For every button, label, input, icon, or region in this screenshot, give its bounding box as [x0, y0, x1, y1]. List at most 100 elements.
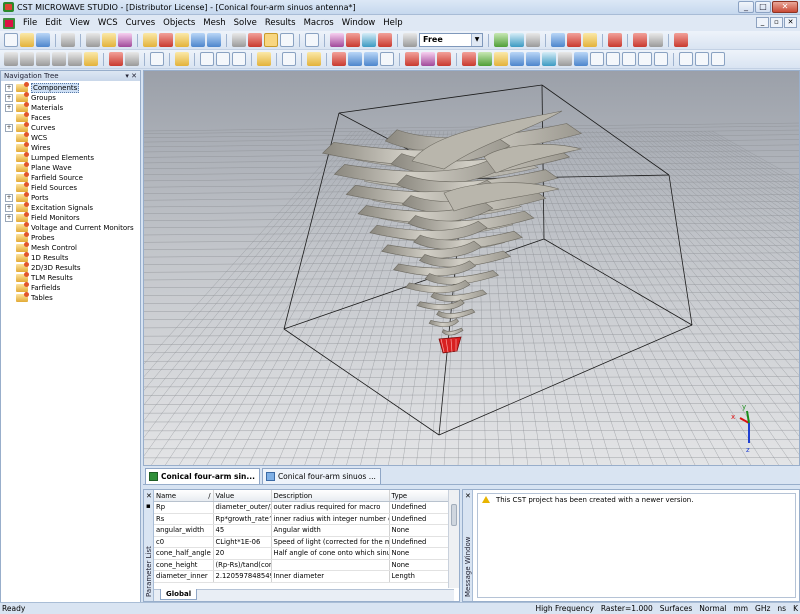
tree-item[interactable]: Tables	[1, 292, 140, 303]
status-raster[interactable]: Raster=1.000	[601, 603, 653, 614]
cell-name[interactable]: cone_height	[154, 559, 214, 571]
cut-plane-icon[interactable]	[608, 33, 622, 47]
solver-icon[interactable]	[574, 52, 588, 66]
cell-type[interactable]: Undefined	[389, 501, 451, 514]
antenna-arm[interactable]	[441, 327, 464, 336]
cell-value[interactable]: 2.1205978485497!	[213, 570, 272, 583]
column-header-value[interactable]: Value	[213, 490, 272, 502]
rotate-profile-icon[interactable]	[109, 52, 123, 66]
field-monitor-icon[interactable]	[380, 52, 394, 66]
status-length-unit[interactable]: mm	[733, 603, 748, 614]
zoom-icon[interactable]	[207, 33, 221, 47]
cell-type[interactable]: None	[389, 547, 451, 560]
tree-item[interactable]: Farfield Source	[1, 172, 140, 183]
expand-icon[interactable]: +	[5, 204, 13, 212]
document-restore-button[interactable]: ▫	[770, 17, 783, 28]
tree-item[interactable]: 2D/3D Results	[1, 262, 140, 273]
cell-description[interactable]: Half angle of cone onto which sinuous	[271, 547, 390, 560]
status-frequency-unit[interactable]: GHz	[755, 603, 770, 614]
mesh-check-icon[interactable]	[638, 52, 652, 66]
expand-icon[interactable]: +	[5, 214, 13, 222]
brick-icon[interactable]	[4, 52, 18, 66]
pan-icon[interactable]	[175, 33, 189, 47]
tree-item[interactable]: Probes	[1, 232, 140, 243]
menu-objects[interactable]: Objects	[159, 16, 199, 30]
material-icon[interactable]	[282, 52, 296, 66]
power-flow-icon[interactable]	[510, 52, 524, 66]
solver-dropdown-icon[interactable]	[526, 33, 540, 47]
pick-face-icon[interactable]	[362, 33, 376, 47]
cell-description[interactable]: Angular width	[271, 524, 390, 537]
boundary-icon[interactable]	[307, 52, 321, 66]
result-template-icon[interactable]	[567, 33, 581, 47]
tree-item[interactable]: Faces	[1, 112, 140, 123]
transform-icon[interactable]	[200, 52, 214, 66]
mesh-refine-icon[interactable]	[622, 52, 636, 66]
tree-item[interactable]: + Components	[1, 82, 140, 93]
lumped-element-icon[interactable]	[405, 52, 419, 66]
probe-dropdown-icon[interactable]	[649, 33, 663, 47]
local-wcs-icon[interactable]	[232, 52, 246, 66]
table-row[interactable]: diameter_inner2.1205978485497!Inner diam…	[154, 570, 451, 583]
menu-mesh[interactable]: Mesh	[199, 16, 229, 30]
cell-description[interactable]: inner radius with integer number of arcs	[271, 513, 390, 525]
3d-scene[interactable]: x y z	[144, 71, 800, 466]
tree-item[interactable]: + Materials	[1, 102, 140, 113]
cell-type[interactable]: Undefined	[389, 513, 451, 525]
boolean-add-icon[interactable]	[150, 52, 164, 66]
view-options-icon[interactable]	[248, 33, 262, 47]
cell-value[interactable]: diameter_outer/2	[213, 501, 272, 514]
discrete-port-icon[interactable]	[348, 52, 362, 66]
menu-macros[interactable]: Macros	[300, 16, 338, 30]
status-surfaces[interactable]: Surfaces	[660, 603, 692, 614]
table-row[interactable]: cone_height(Rp-Rs)/tand(cone None	[154, 559, 451, 571]
pick-mode-icon[interactable]	[264, 33, 278, 47]
scrollbar-thumb[interactable]	[451, 504, 457, 526]
e-field-icon[interactable]	[462, 52, 476, 66]
probe-add-icon[interactable]	[437, 52, 451, 66]
pick-edge-icon[interactable]	[346, 33, 360, 47]
expand-icon[interactable]: +	[5, 84, 13, 92]
loft-icon[interactable]	[125, 52, 139, 66]
expand-icon[interactable]: +	[5, 104, 13, 112]
cell-type[interactable]: Length	[389, 570, 451, 583]
new-file-icon[interactable]	[4, 33, 18, 47]
menu-file[interactable]: File	[19, 16, 41, 30]
open-folder-icon[interactable]	[20, 33, 34, 47]
menu-results[interactable]: Results	[261, 16, 300, 30]
cell-description[interactable]: outer radius required for macro	[271, 501, 390, 514]
table-row[interactable]: angular_width 45 Angular width None	[154, 524, 451, 537]
tab-conical-antenna-3d[interactable]: Conical four-arm sin...	[145, 468, 260, 484]
column-header-type[interactable]: Type	[389, 490, 451, 502]
solver-options-icon[interactable]	[510, 33, 524, 47]
tree-item[interactable]: 1D Results	[1, 252, 140, 263]
tree-item[interactable]: Lumped Elements	[1, 152, 140, 163]
table-row[interactable]: RsRp*growth_rate^nuinner radius with int…	[154, 513, 451, 525]
tab-global[interactable]: Global	[160, 589, 198, 600]
mesh-view-icon[interactable]	[403, 33, 417, 47]
working-plane-icon[interactable]	[280, 33, 294, 47]
status-normal[interactable]: Normal	[699, 603, 726, 614]
cell-name[interactable]: Rp	[154, 501, 214, 514]
column-header-name[interactable]: Name /	[154, 490, 214, 502]
waveguide-port-icon[interactable]	[332, 52, 346, 66]
wire-icon[interactable]	[421, 52, 435, 66]
panel-close-icon[interactable]: ✕	[465, 492, 471, 500]
status-time-unit[interactable]: ns	[777, 603, 786, 614]
expand-icon[interactable]: +	[5, 194, 13, 202]
parameter-sweep-icon[interactable]	[711, 52, 725, 66]
panel-pin-close-icon[interactable]: ▾ ✕	[125, 71, 137, 81]
table-row[interactable]: c0 CLight*1E-06 Speed of light (corrected …	[154, 536, 451, 548]
panel-pin-icon[interactable]: ▪	[146, 502, 151, 510]
cylinder-icon[interactable]	[36, 52, 50, 66]
surface-current-icon[interactable]	[494, 52, 508, 66]
cell-value[interactable]: CLight*1E-06	[213, 536, 272, 548]
macro-icon[interactable]	[118, 33, 132, 47]
tab-conical-antenna-schematic[interactable]: Conical four-arm sinuos ...	[261, 468, 381, 484]
menu-solve[interactable]: Solve	[230, 16, 261, 30]
tree-item[interactable]: + Field Monitors	[1, 212, 140, 223]
table-row[interactable]: cone_half_angle 20 Half angle of cone onto…	[154, 547, 451, 560]
tree-item[interactable]: + Ports	[1, 192, 140, 203]
template-icon[interactable]	[679, 52, 693, 66]
tree-item[interactable]: Wires	[1, 142, 140, 153]
